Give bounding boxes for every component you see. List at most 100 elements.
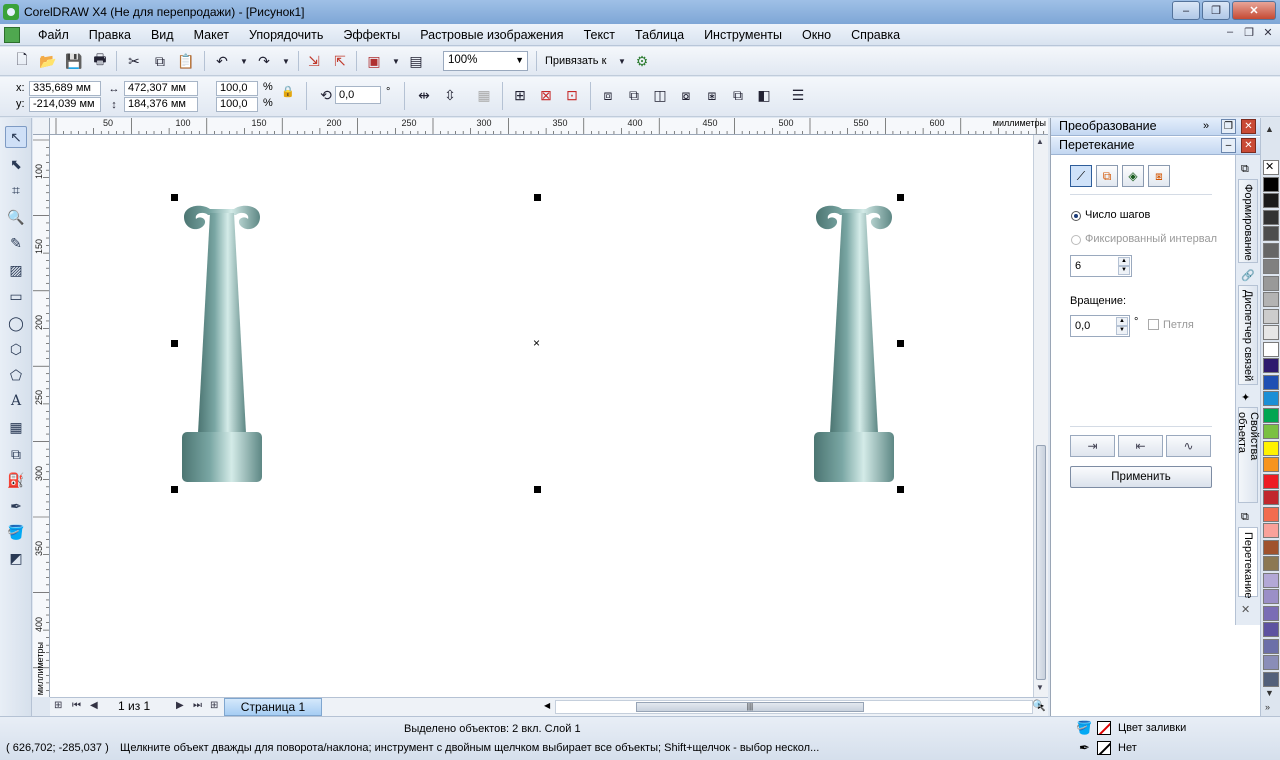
palette-swatch[interactable] — [1263, 226, 1279, 241]
copy-icon[interactable]: ⧉ — [150, 51, 170, 71]
snap-to-label[interactable]: Привязать к — [545, 55, 606, 67]
interactive-fill-tool-icon[interactable]: ◩ — [5, 547, 27, 569]
docker-minimize-icon[interactable]: – — [1221, 138, 1236, 153]
doc-close-icon[interactable]: ✕ — [1260, 26, 1276, 42]
palette-swatch[interactable] — [1263, 638, 1279, 654]
blend-acceleration-tab-icon[interactable]: ⧉ — [1096, 165, 1118, 187]
polygon-tool-icon[interactable]: ⬡ — [5, 338, 27, 360]
page-tab-1[interactable]: Страница 1 — [224, 698, 322, 716]
palette-scroll-up-icon[interactable]: ▲ — [1265, 124, 1274, 134]
selection-handle-top-left[interactable] — [171, 194, 178, 201]
palette-swatch[interactable] — [1263, 589, 1279, 604]
snap-dropdown-icon[interactable]: ▼ — [612, 51, 632, 71]
previous-page-icon[interactable]: ◀ — [90, 700, 98, 711]
menu-help[interactable]: Справка — [841, 28, 910, 42]
application-launcher-icon[interactable]: ▣ — [364, 51, 384, 71]
paste-icon[interactable]: 📋 — [176, 51, 196, 71]
doc-minimize-icon[interactable]: – — [1222, 26, 1238, 42]
back-minus-front-icon[interactable]: ◧ — [754, 85, 774, 105]
ionic-column-right[interactable] — [812, 203, 896, 485]
selection-center-marker[interactable]: × — [533, 337, 540, 349]
cut-icon[interactable]: ✂ — [124, 51, 144, 71]
menu-table[interactable]: Таблица — [625, 28, 694, 42]
tab-link-manager[interactable]: Диспетчер связей — [1238, 285, 1258, 385]
spin-up-icon[interactable]: ▲ — [1116, 317, 1128, 326]
menu-bitmaps[interactable]: Растровые изображения — [410, 28, 573, 42]
palette-swatch[interactable] — [1263, 655, 1279, 670]
menu-tools[interactable]: Инструменты — [694, 28, 792, 42]
palette-swatch[interactable] — [1263, 671, 1279, 687]
crop-tool-icon[interactable]: ⌗ — [5, 179, 27, 201]
spin-down-icon[interactable]: ▼ — [1116, 326, 1128, 335]
scale-y-field[interactable]: 100,0 — [216, 97, 258, 112]
scroll-up-icon[interactable]: ▲ — [1036, 137, 1044, 146]
redo-dropdown-icon[interactable]: ▼ — [276, 51, 296, 71]
basic-shapes-tool-icon[interactable]: ⬠ — [5, 364, 27, 386]
blend-color-tab-icon[interactable]: ◈ — [1122, 165, 1144, 187]
palette-swatch[interactable] — [1263, 457, 1279, 472]
blend-misc-tab-icon[interactable]: ⧆ — [1148, 165, 1170, 187]
expand-icon[interactable]: » — [1203, 118, 1209, 135]
close-tab-icon[interactable]: ✕ — [1241, 603, 1254, 616]
blend-start-icon[interactable]: ⇥ — [1070, 435, 1115, 457]
tab-shaping[interactable]: Формирование — [1238, 179, 1258, 263]
fill-color-swatch[interactable] — [1097, 721, 1111, 735]
vertical-ruler[interactable]: 100 150 200 250 300 350 400 миллиметры — [33, 135, 50, 697]
steps-radio[interactable] — [1071, 211, 1081, 221]
scale-x-field[interactable]: 100,0 — [216, 81, 258, 96]
undo-icon[interactable]: ↶ — [212, 51, 232, 71]
fixed-spacing-radio[interactable] — [1071, 235, 1081, 245]
menu-effects[interactable]: Эффекты — [333, 28, 410, 42]
horizontal-scroll-thumb[interactable]: ||| — [636, 702, 864, 712]
x-position-field[interactable]: 335,689 мм — [29, 81, 101, 96]
tab-object-properties[interactable]: Свойства объекта — [1236, 407, 1260, 503]
save-icon[interactable]: 💾 — [64, 51, 84, 71]
menu-view[interactable]: Вид — [141, 28, 184, 42]
text-tool-icon[interactable]: A — [5, 390, 27, 412]
palette-swatch[interactable] — [1263, 275, 1279, 291]
simplify-icon[interactable]: ⧆ — [702, 85, 722, 105]
horizontal-ruler[interactable]: 50 100 150 200 250 300 350 400 450 500 5… — [50, 118, 1048, 135]
palette-swatch[interactable] — [1263, 209, 1279, 225]
last-page-icon[interactable]: ⏭ — [193, 700, 202, 711]
intersect-icon[interactable]: ⧇ — [676, 85, 696, 105]
palette-swatch[interactable] — [1263, 424, 1279, 439]
outline-color-swatch[interactable] — [1097, 741, 1111, 755]
horizontal-scrollbar[interactable]: ◀ ||| ▶ — [544, 700, 1044, 714]
align-distribute-icon[interactable]: ☰ — [788, 85, 808, 105]
rotation-spinbox[interactable]: 0,0 ▲ ▼ — [1070, 315, 1130, 337]
fill-tool-icon[interactable]: 🪣 — [5, 521, 27, 543]
outline-tool-icon[interactable]: ✒ — [5, 495, 27, 517]
add-page-before-icon[interactable]: ⊞ — [54, 700, 62, 711]
palette-swatch[interactable] — [1263, 341, 1279, 357]
add-page-after-icon[interactable]: ⊞ — [210, 700, 218, 711]
palette-swatch[interactable] — [1263, 523, 1279, 538]
menu-arrange[interactable]: Упорядочить — [239, 28, 333, 42]
menu-text[interactable]: Текст — [574, 28, 625, 42]
ionic-column-left[interactable] — [180, 203, 264, 485]
ungroup-all-icon[interactable]: ⊡ — [562, 85, 582, 105]
palette-swatch[interactable] — [1263, 358, 1279, 373]
spin-up-icon[interactable]: ▲ — [1118, 257, 1130, 266]
palette-swatch[interactable] — [1263, 391, 1279, 406]
group-icon[interactable]: ▦ — [474, 85, 494, 105]
blend-docker-header[interactable]: Перетекание – ✕ — [1051, 137, 1261, 155]
palette-swatch[interactable] — [1263, 539, 1279, 555]
palette-swatch[interactable] — [1263, 473, 1279, 489]
tab-blend[interactable]: Перетекание — [1238, 527, 1258, 598]
selection-handle-top-right[interactable] — [897, 194, 904, 201]
no-color-swatch[interactable]: ✕ — [1263, 160, 1279, 175]
apply-button[interactable]: Применить — [1070, 466, 1212, 488]
options-icon[interactable]: ⚙ — [632, 51, 652, 71]
import-icon[interactable]: ⇲ — [304, 51, 324, 71]
selection-handle-bottom-left[interactable] — [171, 486, 178, 493]
trim-icon[interactable]: ◫ — [650, 85, 670, 105]
spin-down-icon[interactable]: ▼ — [1118, 266, 1130, 275]
scroll-left-icon[interactable]: ◀ — [544, 701, 550, 710]
docker-close-icon[interactable]: ✕ — [1241, 138, 1256, 153]
palette-swatch[interactable] — [1263, 605, 1279, 621]
navigator-icon[interactable]: 🔍 — [1032, 699, 1046, 712]
mirror-horizontal-icon[interactable]: ⇹ — [414, 85, 434, 105]
front-minus-back-icon[interactable]: ⧉ — [728, 85, 748, 105]
ruler-origin[interactable] — [33, 118, 50, 135]
